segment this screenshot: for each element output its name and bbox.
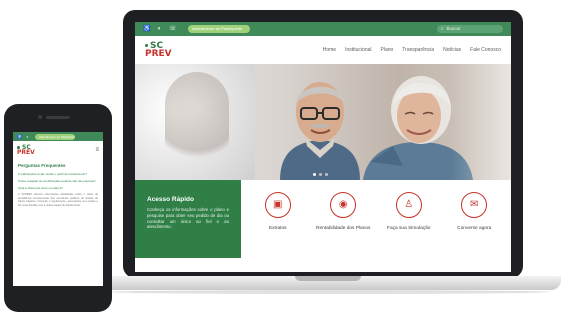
hero-banner [135, 64, 511, 180]
body-paragraph: A SCPREV oferece informações detalhadas … [18, 193, 98, 208]
mobile-topbar: ♿ ◐ Atendimento ao Participante [13, 132, 103, 141]
acesso-rapido-title: Acesso Rápido [147, 196, 194, 203]
phone-screen: ♿ ◐ Atendimento ao Participante SC PREV … [13, 132, 103, 286]
nav-item-noticias[interactable]: Notícias [443, 47, 461, 53]
nav-item-plano[interactable]: Plano [381, 47, 394, 53]
carousel-dot[interactable] [325, 173, 328, 176]
nav-item-home[interactable]: Home [323, 47, 336, 53]
phone-earpiece [46, 116, 70, 119]
hero-reflection [165, 72, 229, 172]
carousel-dot[interactable] [319, 173, 322, 176]
quick-link-label: Extratos [268, 226, 287, 231]
carousel-dots [313, 173, 328, 176]
service-pill-button[interactable]: Atendimento ao Participante [35, 133, 75, 140]
laptop-base [95, 276, 561, 290]
search-placeholder: Buscar [446, 26, 461, 31]
nav-item-transparencia[interactable]: Transparência [402, 47, 434, 53]
accessibility-icon[interactable]: ♿ [17, 134, 22, 139]
service-pill-button[interactable]: Atendimento ao Participante [188, 25, 250, 33]
chat-icon: ✉ [461, 192, 488, 218]
logo-line2: PREV [145, 49, 172, 59]
faq-link[interactable]: Qual a diferença entre os planos? [18, 186, 98, 190]
quick-link-converse[interactable]: ✉ Converse agora [444, 192, 504, 272]
search-input[interactable]: ⌕ Buscar [437, 25, 503, 33]
hamburger-menu-icon[interactable]: ≡ [95, 147, 99, 153]
mobile-content: Perguntas Frequentes O participante pode… [13, 159, 103, 210]
main-nav: Home Institucional Plano Transparência N… [323, 47, 501, 53]
phone-icon[interactable]: ☏ [169, 26, 177, 33]
scprev-logo[interactable]: SC PREV [145, 41, 172, 59]
desktop-topbar: ♿ ◐ ☏ Atendimento ao Participante ⌕ Busc… [135, 22, 511, 36]
acesso-rapido-text: Conheça os informações sobre o plano e p… [147, 207, 229, 230]
wallet-icon: ▣ [264, 192, 291, 218]
phone-frame: ♿ ◐ Atendimento ao Participante SC PREV … [4, 104, 112, 312]
accessibility-icon[interactable]: ♿ [143, 26, 150, 33]
mobile-header: SC PREV ≡ [13, 141, 103, 159]
laptop-screen: ♿ ◐ ☏ Atendimento ao Participante ⌕ Busc… [135, 22, 511, 272]
faq-link[interactable]: O participante pode mudar o perfil de in… [18, 172, 98, 176]
quick-link-simulacao[interactable]: ♙ Faça sua Simulação [379, 192, 439, 272]
contrast-icon[interactable]: ◐ [156, 26, 163, 33]
carousel-dot[interactable] [313, 173, 316, 176]
nav-item-fale-conosco[interactable]: Fale Conosco [470, 47, 501, 53]
quick-link-rentabilidade[interactable]: ◉ Rentabilidade dos Planos [313, 192, 373, 272]
quick-links: ▣ Extratos ◉ Rentabilidade dos Planos ♙ … [241, 180, 511, 272]
scprev-logo[interactable]: SC PREV [17, 144, 35, 156]
desktop-header: SC PREV Home Institucional Plano Transpa… [135, 36, 511, 64]
quick-link-extratos[interactable]: ▣ Extratos [248, 192, 308, 272]
quick-link-label: Faça sua Simulação [387, 226, 431, 231]
quick-access-section: Acesso Rápido Conheça os informações sob… [135, 180, 511, 272]
search-icon: ⌕ [441, 26, 444, 31]
quick-link-label: Rentabilidade dos Planos [316, 226, 371, 231]
hero-elderly-man-image [280, 82, 360, 180]
faq-link[interactable]: Posso resgatar as contribuições quando s… [18, 179, 98, 183]
quick-link-label: Converse agora [457, 226, 492, 231]
nav-item-institucional[interactable]: Institucional [345, 47, 371, 53]
money-eye-icon: ◉ [330, 192, 357, 218]
section-title: Perguntas Frequentes [18, 163, 66, 168]
logo-line2: PREV [17, 149, 35, 156]
user-icon: ♙ [395, 192, 422, 218]
device-mockup: ♿ ◐ ☏ Atendimento ao Participante ⌕ Busc… [0, 0, 579, 314]
phone-camera [38, 115, 42, 119]
contrast-icon[interactable]: ◐ [25, 134, 30, 139]
acesso-rapido-panel: Acesso Rápido Conheça os informações sob… [135, 180, 241, 258]
